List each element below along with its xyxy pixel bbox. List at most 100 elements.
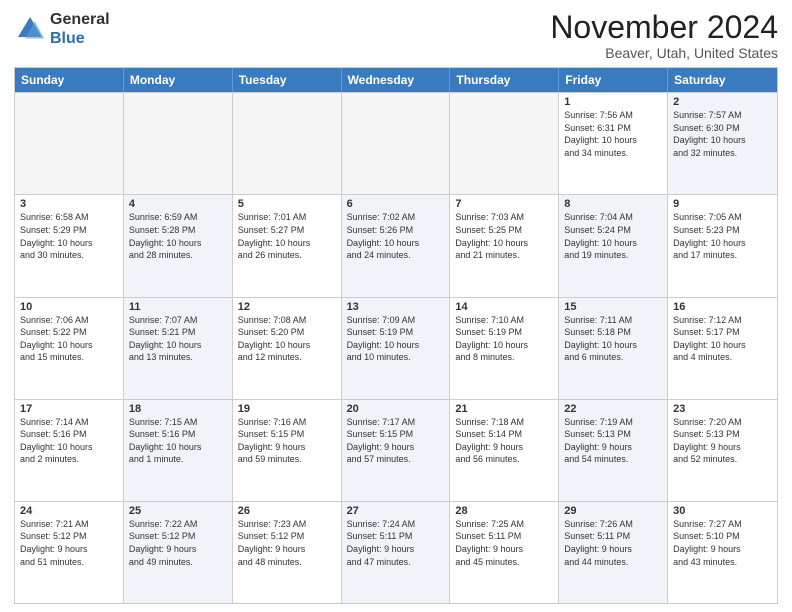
day-info: Sunrise: 6:59 AM Sunset: 5:28 PM Dayligh… [129, 211, 227, 261]
day-info: Sunrise: 7:03 AM Sunset: 5:25 PM Dayligh… [455, 211, 553, 261]
day-info: Sunrise: 7:20 AM Sunset: 5:13 PM Dayligh… [673, 416, 772, 466]
day-number: 10 [20, 301, 118, 313]
calendar-cell: 6Sunrise: 7:02 AM Sunset: 5:26 PM Daylig… [342, 195, 451, 296]
calendar-header: SundayMondayTuesdayWednesdayThursdayFrid… [15, 68, 777, 92]
day-info: Sunrise: 6:58 AM Sunset: 5:29 PM Dayligh… [20, 211, 118, 261]
day-number: 21 [455, 403, 553, 415]
calendar-cell: 8Sunrise: 7:04 AM Sunset: 5:24 PM Daylig… [559, 195, 668, 296]
calendar-cell [15, 93, 124, 194]
calendar-cell: 19Sunrise: 7:16 AM Sunset: 5:15 PM Dayli… [233, 400, 342, 501]
day-number: 20 [347, 403, 445, 415]
calendar-cell: 27Sunrise: 7:24 AM Sunset: 5:11 PM Dayli… [342, 502, 451, 603]
calendar-cell: 18Sunrise: 7:15 AM Sunset: 5:16 PM Dayli… [124, 400, 233, 501]
day-number: 19 [238, 403, 336, 415]
calendar-body: 1Sunrise: 7:56 AM Sunset: 6:31 PM Daylig… [15, 92, 777, 603]
day-info: Sunrise: 7:10 AM Sunset: 5:19 PM Dayligh… [455, 314, 553, 364]
calendar-row-1: 3Sunrise: 6:58 AM Sunset: 5:29 PM Daylig… [15, 194, 777, 296]
day-info: Sunrise: 7:12 AM Sunset: 5:17 PM Dayligh… [673, 314, 772, 364]
calendar-cell: 13Sunrise: 7:09 AM Sunset: 5:19 PM Dayli… [342, 298, 451, 399]
location: Beaver, Utah, United States [550, 45, 778, 61]
header: General Blue November 2024 Beaver, Utah,… [14, 10, 778, 61]
day-number: 3 [20, 198, 118, 210]
calendar-cell: 30Sunrise: 7:27 AM Sunset: 5:10 PM Dayli… [668, 502, 777, 603]
day-number: 23 [673, 403, 772, 415]
day-number: 12 [238, 301, 336, 313]
calendar-cell [342, 93, 451, 194]
logo-general: General [50, 11, 110, 28]
calendar-row-0: 1Sunrise: 7:56 AM Sunset: 6:31 PM Daylig… [15, 92, 777, 194]
weekday-header-saturday: Saturday [668, 68, 777, 92]
day-number: 1 [564, 96, 662, 108]
day-info: Sunrise: 7:57 AM Sunset: 6:30 PM Dayligh… [673, 109, 772, 159]
day-info: Sunrise: 7:16 AM Sunset: 5:15 PM Dayligh… [238, 416, 336, 466]
calendar-cell: 14Sunrise: 7:10 AM Sunset: 5:19 PM Dayli… [450, 298, 559, 399]
weekday-header-friday: Friday [559, 68, 668, 92]
calendar-cell: 15Sunrise: 7:11 AM Sunset: 5:18 PM Dayli… [559, 298, 668, 399]
day-info: Sunrise: 7:05 AM Sunset: 5:23 PM Dayligh… [673, 211, 772, 261]
weekday-header-tuesday: Tuesday [233, 68, 342, 92]
calendar-cell: 22Sunrise: 7:19 AM Sunset: 5:13 PM Dayli… [559, 400, 668, 501]
calendar-cell: 12Sunrise: 7:08 AM Sunset: 5:20 PM Dayli… [233, 298, 342, 399]
day-info: Sunrise: 7:06 AM Sunset: 5:22 PM Dayligh… [20, 314, 118, 364]
calendar-cell: 28Sunrise: 7:25 AM Sunset: 5:11 PM Dayli… [450, 502, 559, 603]
day-info: Sunrise: 7:11 AM Sunset: 5:18 PM Dayligh… [564, 314, 662, 364]
calendar-cell: 21Sunrise: 7:18 AM Sunset: 5:14 PM Dayli… [450, 400, 559, 501]
day-number: 26 [238, 505, 336, 517]
calendar-cell: 2Sunrise: 7:57 AM Sunset: 6:30 PM Daylig… [668, 93, 777, 194]
weekday-header-wednesday: Wednesday [342, 68, 451, 92]
day-number: 25 [129, 505, 227, 517]
calendar-row-2: 10Sunrise: 7:06 AM Sunset: 5:22 PM Dayli… [15, 297, 777, 399]
day-info: Sunrise: 7:56 AM Sunset: 6:31 PM Dayligh… [564, 109, 662, 159]
calendar-cell: 25Sunrise: 7:22 AM Sunset: 5:12 PM Dayli… [124, 502, 233, 603]
day-info: Sunrise: 7:08 AM Sunset: 5:20 PM Dayligh… [238, 314, 336, 364]
day-number: 27 [347, 505, 445, 517]
calendar-cell: 20Sunrise: 7:17 AM Sunset: 5:15 PM Dayli… [342, 400, 451, 501]
weekday-header-monday: Monday [124, 68, 233, 92]
calendar-cell: 24Sunrise: 7:21 AM Sunset: 5:12 PM Dayli… [15, 502, 124, 603]
month-title: November 2024 [550, 10, 778, 45]
day-info: Sunrise: 7:14 AM Sunset: 5:16 PM Dayligh… [20, 416, 118, 466]
calendar-row-4: 24Sunrise: 7:21 AM Sunset: 5:12 PM Dayli… [15, 501, 777, 603]
day-info: Sunrise: 7:25 AM Sunset: 5:11 PM Dayligh… [455, 518, 553, 568]
day-info: Sunrise: 7:04 AM Sunset: 5:24 PM Dayligh… [564, 211, 662, 261]
day-number: 15 [564, 301, 662, 313]
day-info: Sunrise: 7:02 AM Sunset: 5:26 PM Dayligh… [347, 211, 445, 261]
day-number: 7 [455, 198, 553, 210]
calendar-cell: 9Sunrise: 7:05 AM Sunset: 5:23 PM Daylig… [668, 195, 777, 296]
day-number: 13 [347, 301, 445, 313]
day-number: 2 [673, 96, 772, 108]
calendar-cell: 4Sunrise: 6:59 AM Sunset: 5:28 PM Daylig… [124, 195, 233, 296]
day-number: 11 [129, 301, 227, 313]
day-info: Sunrise: 7:26 AM Sunset: 5:11 PM Dayligh… [564, 518, 662, 568]
day-number: 17 [20, 403, 118, 415]
title-block: November 2024 Beaver, Utah, United State… [550, 10, 778, 61]
calendar-cell [233, 93, 342, 194]
day-number: 4 [129, 198, 227, 210]
day-number: 22 [564, 403, 662, 415]
calendar: SundayMondayTuesdayWednesdayThursdayFrid… [14, 67, 778, 604]
day-info: Sunrise: 7:23 AM Sunset: 5:12 PM Dayligh… [238, 518, 336, 568]
weekday-header-thursday: Thursday [450, 68, 559, 92]
calendar-cell: 17Sunrise: 7:14 AM Sunset: 5:16 PM Dayli… [15, 400, 124, 501]
day-number: 18 [129, 403, 227, 415]
calendar-cell: 5Sunrise: 7:01 AM Sunset: 5:27 PM Daylig… [233, 195, 342, 296]
calendar-cell: 7Sunrise: 7:03 AM Sunset: 5:25 PM Daylig… [450, 195, 559, 296]
logo: General Blue [14, 10, 110, 48]
day-number: 8 [564, 198, 662, 210]
calendar-cell: 3Sunrise: 6:58 AM Sunset: 5:29 PM Daylig… [15, 195, 124, 296]
calendar-cell: 26Sunrise: 7:23 AM Sunset: 5:12 PM Dayli… [233, 502, 342, 603]
calendar-cell: 10Sunrise: 7:06 AM Sunset: 5:22 PM Dayli… [15, 298, 124, 399]
day-number: 14 [455, 301, 553, 313]
day-info: Sunrise: 7:01 AM Sunset: 5:27 PM Dayligh… [238, 211, 336, 261]
calendar-cell [124, 93, 233, 194]
day-info: Sunrise: 7:22 AM Sunset: 5:12 PM Dayligh… [129, 518, 227, 568]
day-number: 6 [347, 198, 445, 210]
calendar-row-3: 17Sunrise: 7:14 AM Sunset: 5:16 PM Dayli… [15, 399, 777, 501]
day-number: 29 [564, 505, 662, 517]
day-number: 28 [455, 505, 553, 517]
logo-blue: Blue [50, 30, 85, 47]
calendar-cell: 1Sunrise: 7:56 AM Sunset: 6:31 PM Daylig… [559, 93, 668, 194]
day-info: Sunrise: 7:07 AM Sunset: 5:21 PM Dayligh… [129, 314, 227, 364]
day-number: 24 [20, 505, 118, 517]
page: General Blue November 2024 Beaver, Utah,… [0, 0, 792, 612]
